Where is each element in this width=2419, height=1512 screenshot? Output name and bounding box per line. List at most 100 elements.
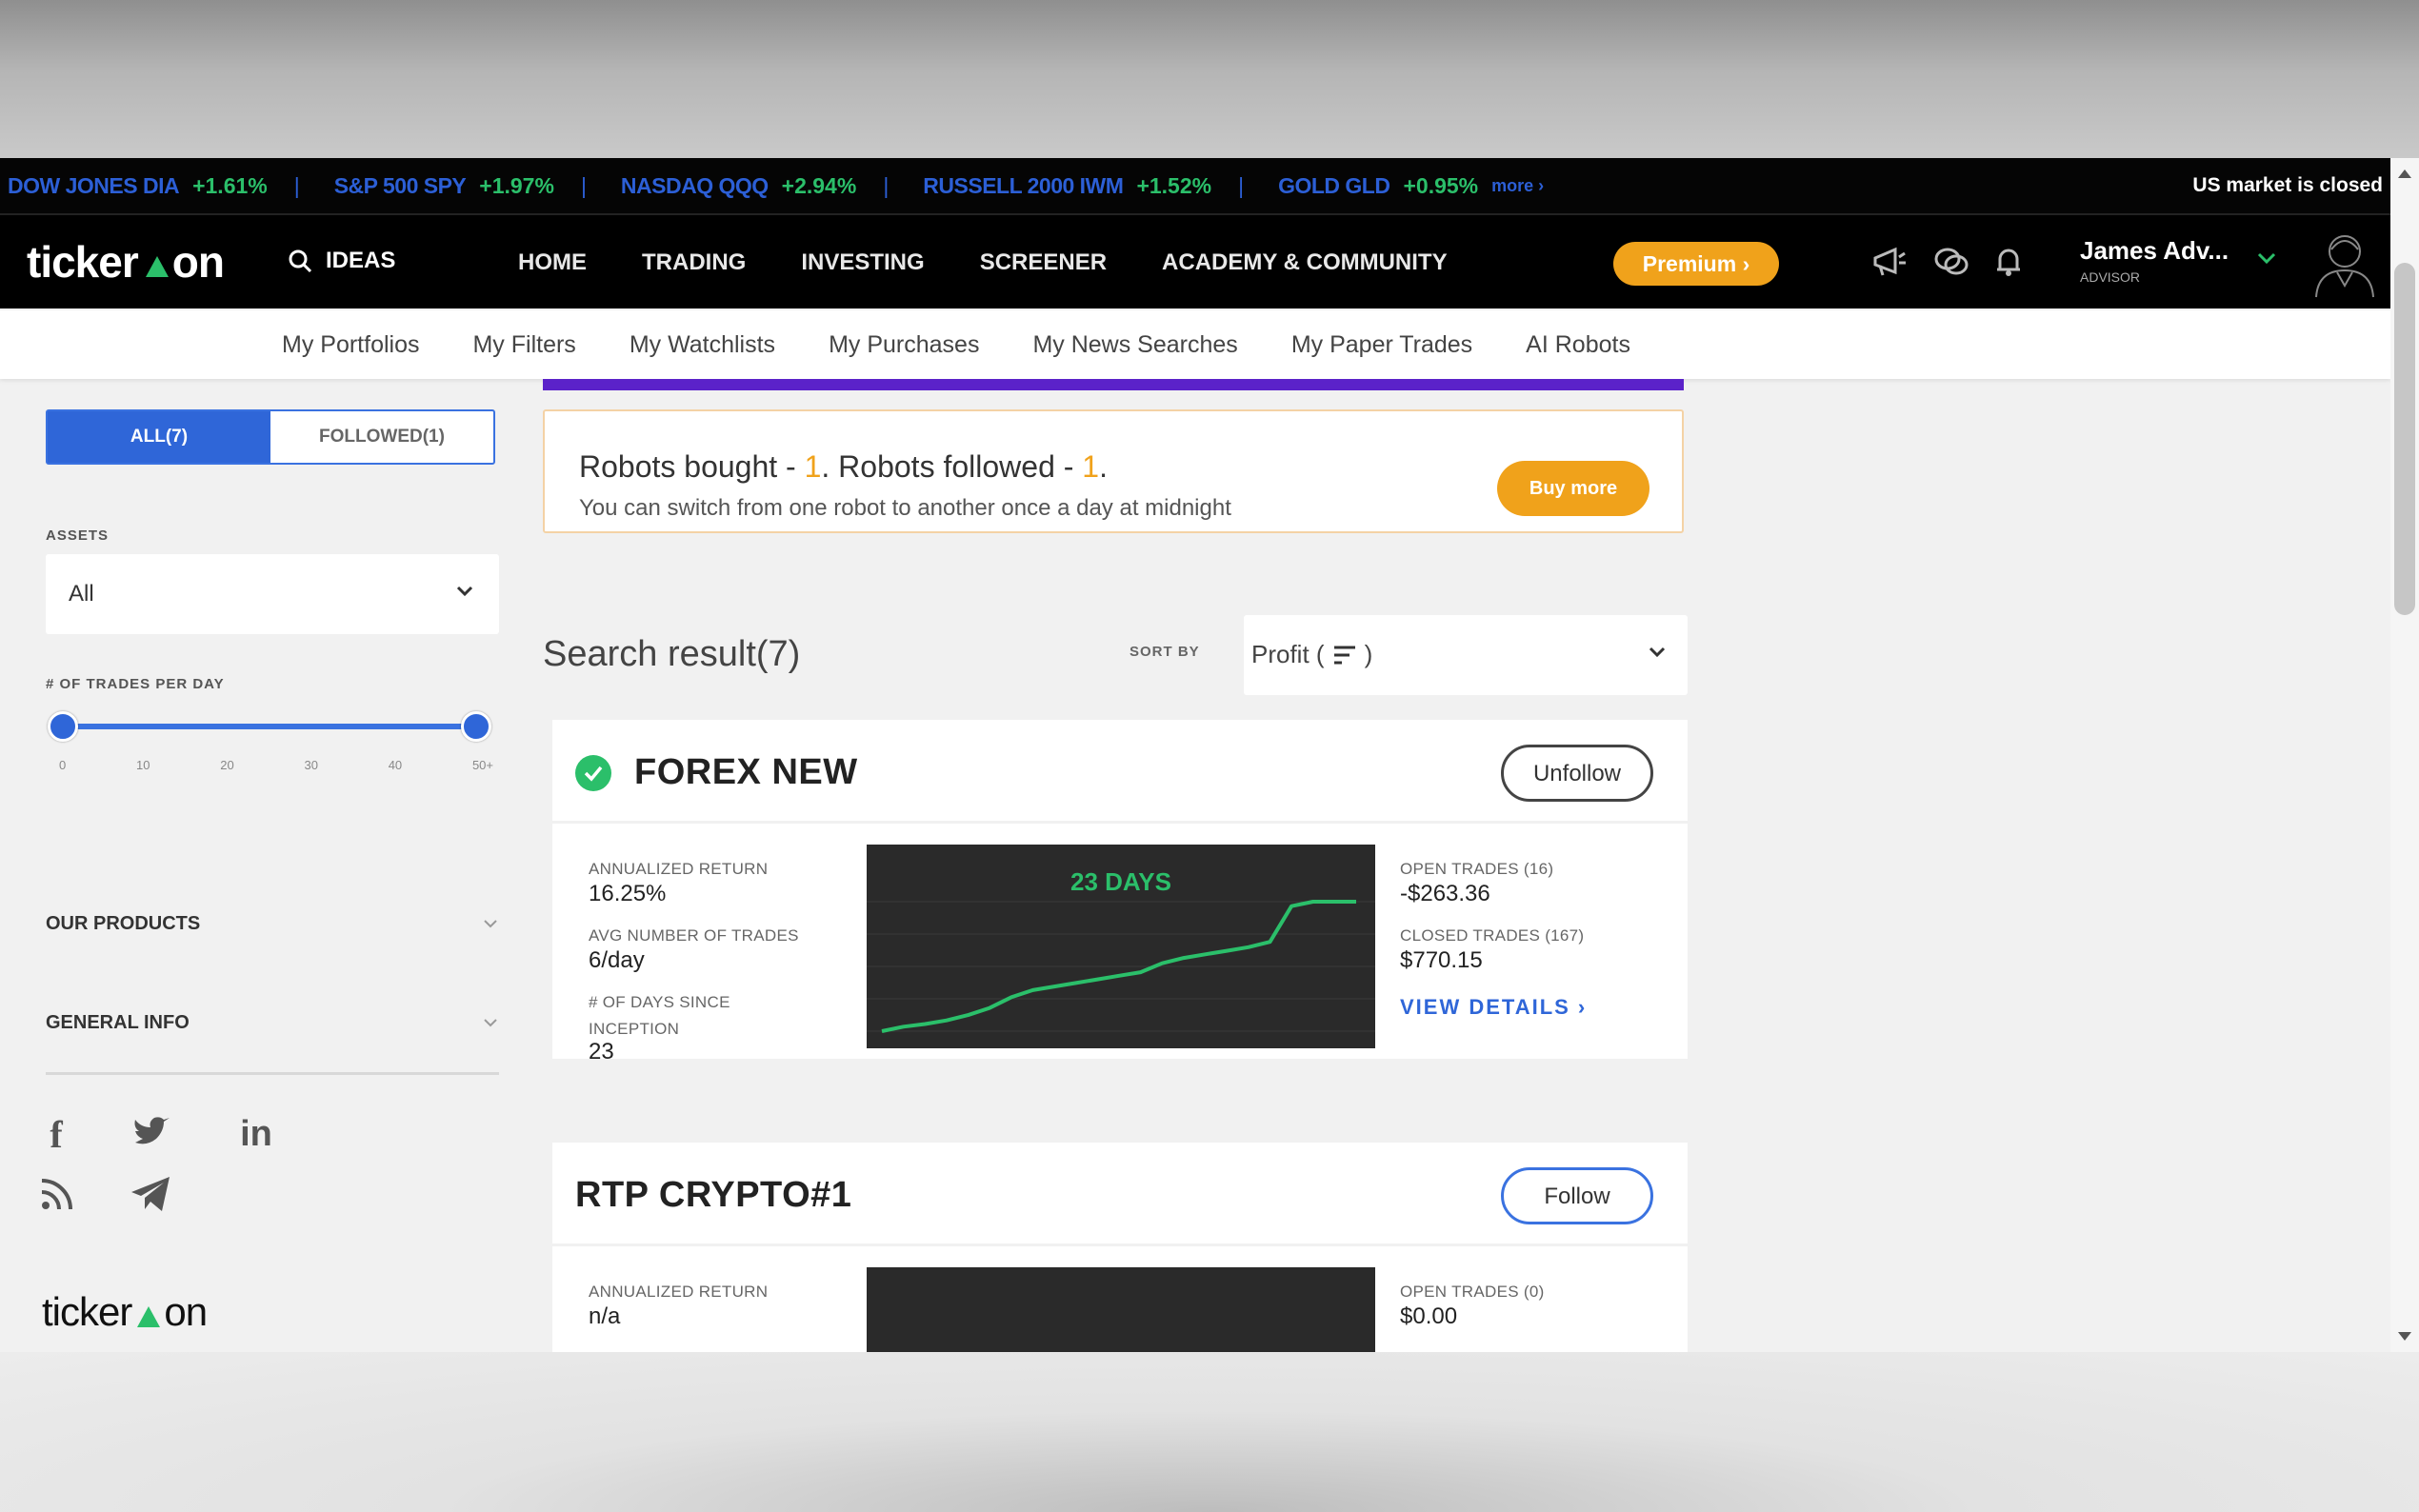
robots-followed-label: . Robots followed -	[821, 449, 1083, 484]
facebook-icon[interactable]: f	[32, 1110, 80, 1158]
robot-card-body: ANNUALIZED RETURN 16.25% AVG NUMBER OF T…	[552, 821, 1688, 1064]
scrollbar-thumb[interactable]	[2394, 263, 2415, 615]
open-trades-label: OPEN TRADES (0)	[1400, 1283, 1545, 1301]
ticker-name: DOW JONES DIA	[8, 172, 180, 198]
footer-logo-text-left: ticker	[42, 1289, 132, 1334]
megaphone-icon[interactable]	[1872, 246, 1909, 278]
annualized-return-label: ANNUALIZED RETURN	[589, 860, 769, 878]
open-trades-value: -$263.36	[1400, 881, 1490, 906]
trades-per-day-slider[interactable]	[48, 711, 491, 742]
robots-switch-note: You can switch from one robot to another…	[579, 495, 1231, 521]
ticker-name: S&P 500 SPY	[333, 172, 467, 198]
sidebar-divider	[46, 1072, 499, 1075]
avatar[interactable]	[2309, 227, 2381, 299]
tab-followed[interactable]: FOLLOWED(1)	[270, 411, 493, 463]
twitter-icon[interactable]	[128, 1110, 175, 1158]
view-details-link[interactable]: VIEW DETAILS ›	[1400, 995, 1587, 1020]
ticker-change: +1.97%	[479, 172, 554, 198]
subnav-my-portfolios[interactable]: My Portfolios	[282, 331, 419, 359]
subnav-ai-robots[interactable]: AI Robots	[1526, 331, 1630, 359]
chart-title: 23 DAYS	[1070, 867, 1171, 896]
robot-filter-tabs: ALL(7) FOLLOWED(1)	[46, 409, 495, 465]
linkedin-icon[interactable]: in	[232, 1110, 280, 1158]
ticker-item[interactable]: NASDAQ QQQ +2.94%	[621, 173, 856, 199]
telegram-icon[interactable]	[128, 1171, 175, 1219]
bell-icon[interactable]	[1994, 246, 2023, 278]
slider-max-handle[interactable]	[461, 711, 491, 742]
chevron-down-icon	[456, 586, 473, 597]
nav-home[interactable]: HOME	[518, 249, 587, 276]
sort-descending-icon	[1333, 646, 1355, 664]
robot-title: FOREX NEW	[575, 752, 858, 793]
performance-chart[interactable]: 23 DAYS	[867, 845, 1375, 1048]
general-info-label: GENERAL INFO	[46, 1011, 190, 1033]
robots-summary-text: Robots bought - 1. Robots followed - 1.	[579, 449, 1108, 485]
robot-name: FOREX NEW	[634, 752, 858, 792]
nav-screener[interactable]: SCREENER	[980, 249, 1107, 276]
nav-academy-community[interactable]: ACADEMY & COMMUNITY	[1162, 249, 1448, 276]
market-status: US market is closed	[2192, 174, 2383, 196]
avg-trades-value: 6/day	[589, 947, 645, 973]
trades-per-day-label: # OF TRADES PER DAY	[46, 676, 225, 692]
slider-ticks: 0 10 20 30 40 50+	[59, 758, 493, 772]
search-icon	[289, 249, 312, 273]
user-role: ADVISOR	[2080, 269, 2141, 285]
subnav-my-news-searches[interactable]: My News Searches	[1032, 331, 1237, 359]
page-scrollbar[interactable]	[2390, 158, 2419, 1352]
nav-icon-group	[1872, 246, 2023, 278]
ticker-separator: |	[1238, 172, 1245, 198]
ticker-change: +2.94%	[781, 172, 857, 198]
premium-button[interactable]: Premium ›	[1613, 242, 1779, 286]
subnav-my-paper-trades[interactable]: My Paper Trades	[1291, 331, 1472, 359]
ticker-item[interactable]: DOW JONES DIA +1.61%	[8, 173, 268, 199]
slider-tick: 10	[136, 758, 150, 772]
tab-all[interactable]: ALL(7)	[48, 411, 270, 463]
nav-trading[interactable]: TRADING	[642, 249, 746, 276]
chart-grid	[867, 901, 1375, 1032]
subnav-my-purchases[interactable]: My Purchases	[829, 331, 979, 359]
chevron-down-icon[interactable]	[2257, 251, 2276, 265]
ticker-change: +1.52%	[1136, 172, 1212, 198]
robots-bought-label: Robots bought -	[579, 449, 805, 484]
subnav-my-watchlists[interactable]: My Watchlists	[630, 331, 775, 359]
footer-logo-text-right: on	[164, 1289, 208, 1334]
ticker-more-link[interactable]: more ›	[1491, 176, 1544, 196]
browser-viewport: DOW JONES DIA +1.61% | S&P 500 SPY +1.97…	[0, 158, 2419, 1352]
annualized-return-value: 16.25%	[589, 881, 667, 906]
assets-label: ASSETS	[46, 527, 110, 544]
chat-icon[interactable]	[1933, 246, 1969, 278]
ticker-separator: |	[883, 172, 890, 198]
slider-min-handle[interactable]	[48, 711, 78, 742]
site-logo[interactable]: ticker on	[27, 236, 225, 288]
our-products-accordion[interactable]: OUR PRODUCTS	[46, 905, 499, 943]
backdrop-bottom	[0, 1352, 2419, 1512]
performance-chart[interactable]	[867, 1267, 1375, 1352]
ideas-search[interactable]: IDEAS	[288, 248, 395, 274]
nav-investing[interactable]: INVESTING	[801, 249, 924, 276]
assets-select[interactable]: All	[46, 554, 499, 634]
rss-icon[interactable]	[38, 1175, 76, 1213]
ticker-item[interactable]: RUSSELL 2000 IWM +1.52%	[923, 173, 1211, 199]
user-menu[interactable]: James Adv... ADVISOR	[2080, 236, 2229, 285]
general-info-accordion[interactable]: GENERAL INFO	[46, 1004, 499, 1042]
open-trades-value: $0.00	[1400, 1303, 1458, 1329]
sort-select[interactable]: Profit ( )	[1244, 615, 1688, 695]
ticker-name: NASDAQ QQQ	[620, 172, 769, 198]
subnav-my-filters[interactable]: My Filters	[472, 331, 575, 359]
robot-name: RTP CRYPTO#1	[575, 1175, 852, 1215]
ticker-name: GOLD GLD	[1278, 172, 1390, 198]
footer-logo[interactable]: ticker on	[42, 1289, 208, 1335]
scroll-down-arrow-icon[interactable]	[2398, 1332, 2411, 1341]
unfollow-button[interactable]: Unfollow	[1501, 745, 1653, 802]
ideas-label: IDEAS	[326, 248, 396, 273]
ticker-change: +1.61%	[192, 172, 268, 198]
buy-more-button[interactable]: Buy more	[1497, 461, 1649, 516]
days-since-inception-value: 23	[589, 1039, 614, 1064]
ticker-item[interactable]: S&P 500 SPY +1.97%	[334, 173, 554, 199]
chevron-down-icon	[484, 920, 497, 928]
nav-links: HOME TRADING INVESTING SCREENER ACADEMY …	[518, 249, 1448, 276]
scroll-up-arrow-icon[interactable]	[2398, 169, 2411, 178]
robot-card-header: RTP CRYPTO#1 Follow	[552, 1143, 1688, 1243]
follow-button[interactable]: Follow	[1501, 1167, 1653, 1224]
ticker-item[interactable]: GOLD GLD +0.95%	[1278, 173, 1478, 199]
